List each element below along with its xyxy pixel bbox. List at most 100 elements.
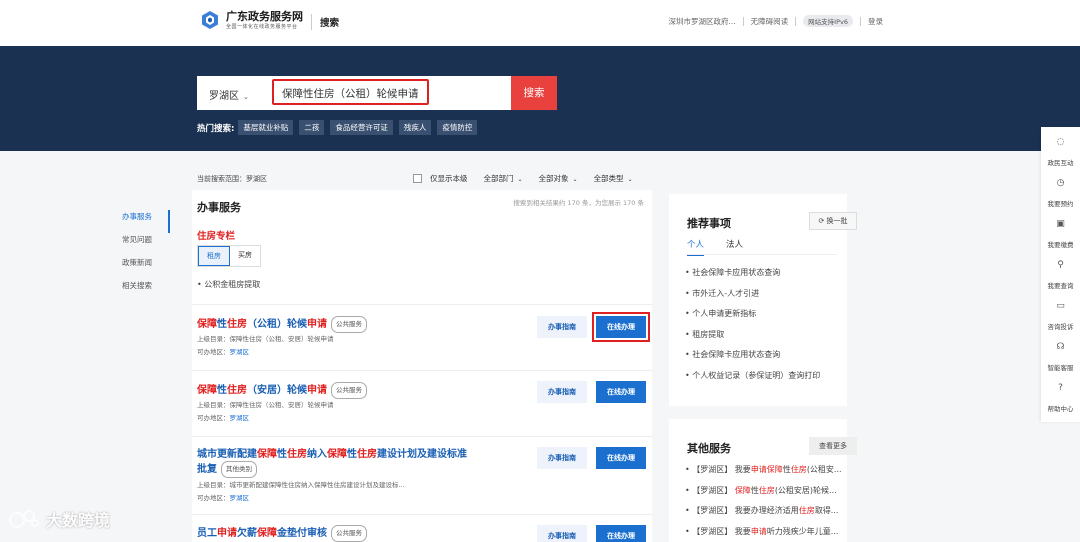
highlight-text: 住房 [758, 485, 775, 495]
login-link[interactable]: 登录 [868, 16, 883, 27]
highlight-text: 住房 [227, 319, 247, 330]
float-complaint[interactable]: ▭ 咨询投诉 [1041, 291, 1080, 332]
list-item[interactable]: • 社会保障卡应用状态查询 [685, 349, 820, 370]
apply-online-button[interactable]: 在线办理 [596, 381, 646, 403]
result-row: 城市更新配建保障性住房纳入保障性住房建设计划及建设标准批复 其他类别 上级目录：城… [192, 436, 652, 514]
float-label: 咨询投诉 [1047, 323, 1074, 331]
result-title[interactable]: 保障性住房（公租）轮候申请 公共服务 [197, 316, 467, 333]
category-badge: 其他类别 [221, 461, 257, 478]
list-item-label: 个人申请更新指标 [692, 309, 757, 319]
hot-tag[interactable]: 基层就业补贴 [238, 120, 294, 135]
hot-tag[interactable]: 残疾人 [398, 120, 432, 135]
list-item[interactable]: • 【罗湖区】 我要申请听力残疾少年儿童... [685, 526, 865, 542]
region-select[interactable]: 罗湖区 ⌄ [209, 87, 249, 102]
result-title[interactable]: 保障性住房（安居）轮候申请 公共服务 [197, 382, 467, 399]
tab-rent[interactable]: 租房 [198, 246, 230, 266]
list-item[interactable]: • 【罗湖区】 保障性住房(公租安居)轮候... [685, 485, 865, 506]
list-item[interactable]: • 租房提取 [685, 329, 820, 350]
tab-buy[interactable]: 买房 [230, 246, 260, 266]
float-support[interactable]: ☊ 智能客服 [1041, 332, 1080, 373]
apply-online-button[interactable]: 在线办理 [596, 525, 646, 542]
gjj-link[interactable]: • 公积金租房提取 [197, 279, 260, 290]
hot-tag[interactable]: 食品经营许可证 [330, 120, 393, 135]
refresh-button[interactable]: ⟳ 换一批 [809, 212, 857, 230]
hot-tag[interactable]: 二孩 [299, 120, 325, 135]
float-label: 我要查询 [1047, 282, 1074, 290]
results-title: 办事服务 [197, 201, 241, 214]
area-label: 可办地区： [197, 494, 230, 502]
float-interaction[interactable]: ◌ 政民互动 [1041, 127, 1080, 168]
float-query[interactable]: ⚲ 我要查询 [1041, 250, 1080, 291]
region-value: 罗湖区 [209, 91, 239, 102]
result-title[interactable]: 员工申请欠薪保障金垫付审核 公共服务 [197, 525, 467, 542]
list-item[interactable]: • 个人申请更新指标 [685, 308, 820, 329]
result-area: 可办地区：罗湖区 [197, 346, 249, 358]
highlight-text: 申请 [307, 319, 327, 330]
housing-column-title: 住房专栏 [197, 231, 236, 242]
top-links: 深圳市罗湖区政府... 无障碍阅读 网站支持IPv6 登录 [669, 15, 883, 27]
guide-button[interactable]: 办事指南 [537, 381, 587, 403]
apply-online-button[interactable]: 在线办理 [596, 447, 646, 469]
local-only-checkbox[interactable] [413, 174, 422, 183]
highlight-text: 住房 [357, 449, 377, 460]
top-bar: 广东政务服务网 全国一体化在线政务服务平台 搜索 深圳市罗湖区政府... 无障碍… [0, 0, 1080, 46]
plain-text: 欠薪 [237, 528, 257, 539]
object-filter[interactable]: 全部对象 ⌄ [539, 173, 578, 184]
result-title[interactable]: 城市更新配建保障性住房纳入保障性住房建设计划及建设标准批复 其他类别 [197, 448, 467, 478]
refresh-icon: ⟳ [818, 217, 825, 225]
side-nav-related[interactable]: 相关搜索 [122, 279, 170, 302]
area-link[interactable]: 罗湖区 [230, 494, 250, 502]
area-link[interactable]: 罗湖区 [230, 414, 250, 422]
other-services-panel: 其他服务 查看更多 • 【罗湖区】 我要申请保障性住房(公租安... • 【罗湖… [669, 419, 857, 542]
guide-button[interactable]: 办事指南 [537, 525, 587, 542]
side-nav-services[interactable]: 办事服务 [122, 210, 170, 233]
category-badge: 公共服务 [331, 316, 367, 333]
apply-online-button[interactable]: 在线办理 [596, 316, 646, 338]
view-more-button[interactable]: 查看更多 [809, 437, 857, 455]
list-item[interactable]: • 【罗湖区】 我要申请保障性住房(公租安... [685, 464, 865, 485]
search-icon: ⚲ [1057, 260, 1064, 270]
side-nav: 办事服务 常见问题 政策新闻 相关搜索 [122, 210, 170, 302]
divider [860, 16, 861, 26]
logo-icon [202, 11, 218, 29]
list-item[interactable]: • 社会保障卡应用状态查询 [685, 267, 820, 288]
area-link[interactable]: 罗湖区 [230, 348, 250, 356]
chat-icon: ◌ [1056, 137, 1065, 147]
type-filter-label: 全部类型 [593, 174, 624, 183]
side-nav-policy[interactable]: 政策新闻 [122, 256, 170, 279]
float-help[interactable]: ? 帮助中心 [1041, 373, 1080, 414]
result-row: 员工申请欠薪保障金垫付审核 公共服务 办事指南 在线办理 [192, 514, 652, 542]
result-title-text: 员工申请欠薪保障金垫付审核 [197, 528, 327, 539]
highlight-text: 住房 [227, 385, 247, 396]
result-row: 保障性住房（公租）轮候申请 公共服务 上级目录：保障性住房（公租、安居）轮候申请 … [192, 304, 652, 368]
type-filter[interactable]: 全部类型 ⌄ [594, 173, 633, 184]
float-appointment[interactable]: ◷ 我要预约 [1041, 168, 1080, 209]
results-count: 搜索到相关结果约 170 条，为您展示 170 条 [513, 199, 644, 207]
other-services-title: 其他服务 [687, 442, 731, 455]
list-item[interactable]: • 【罗湖区】 我要办理经济适用住房取得... [685, 505, 865, 526]
list-item-label: 社会保障卡应用状态查询 [692, 350, 781, 360]
hot-tag[interactable]: 疫情防控 [437, 120, 478, 135]
guide-button[interactable]: 办事指南 [537, 447, 587, 469]
ipv6-badge: 网站支持IPv6 [803, 15, 853, 27]
search-button[interactable]: 搜索 [511, 76, 557, 110]
site-logo[interactable]: 广东政务服务网 全国一体化在线政务服务平台 [200, 10, 303, 30]
department-filter[interactable]: 全部部门 ⌄ [484, 173, 523, 184]
divider [795, 16, 797, 26]
side-nav-faq[interactable]: 常见问题 [122, 233, 170, 256]
search-query: 保障性住房（公租）轮候申请 [282, 88, 419, 100]
list-item[interactable]: • 个人权益记录（参保证明）查询打印 [685, 370, 820, 391]
accessibility-link[interactable]: 无障碍阅读 [751, 16, 789, 27]
list-item[interactable]: • 市外迁入-人才引进 [685, 288, 820, 309]
float-label: 帮助中心 [1047, 405, 1074, 413]
plain-text: 【罗湖区】 我要 [692, 465, 751, 474]
highlight-text: 保障 [197, 385, 217, 396]
float-payment[interactable]: ▣ 我要缴费 [1041, 209, 1080, 250]
result-parent: 上级目录：保障性住房（公租、安居）轮候申请 [197, 401, 334, 409]
guide-button[interactable]: 办事指南 [537, 316, 587, 338]
local-only-label[interactable]: 仅显示本级 [430, 173, 468, 184]
search-input[interactable]: 保障性住房（公租）轮候申请 [272, 79, 429, 105]
highlight-text: 申请保障 [750, 465, 783, 474]
location-link[interactable]: 深圳市罗湖区政府... [669, 16, 736, 27]
plain-text: 纳入 [307, 449, 327, 460]
